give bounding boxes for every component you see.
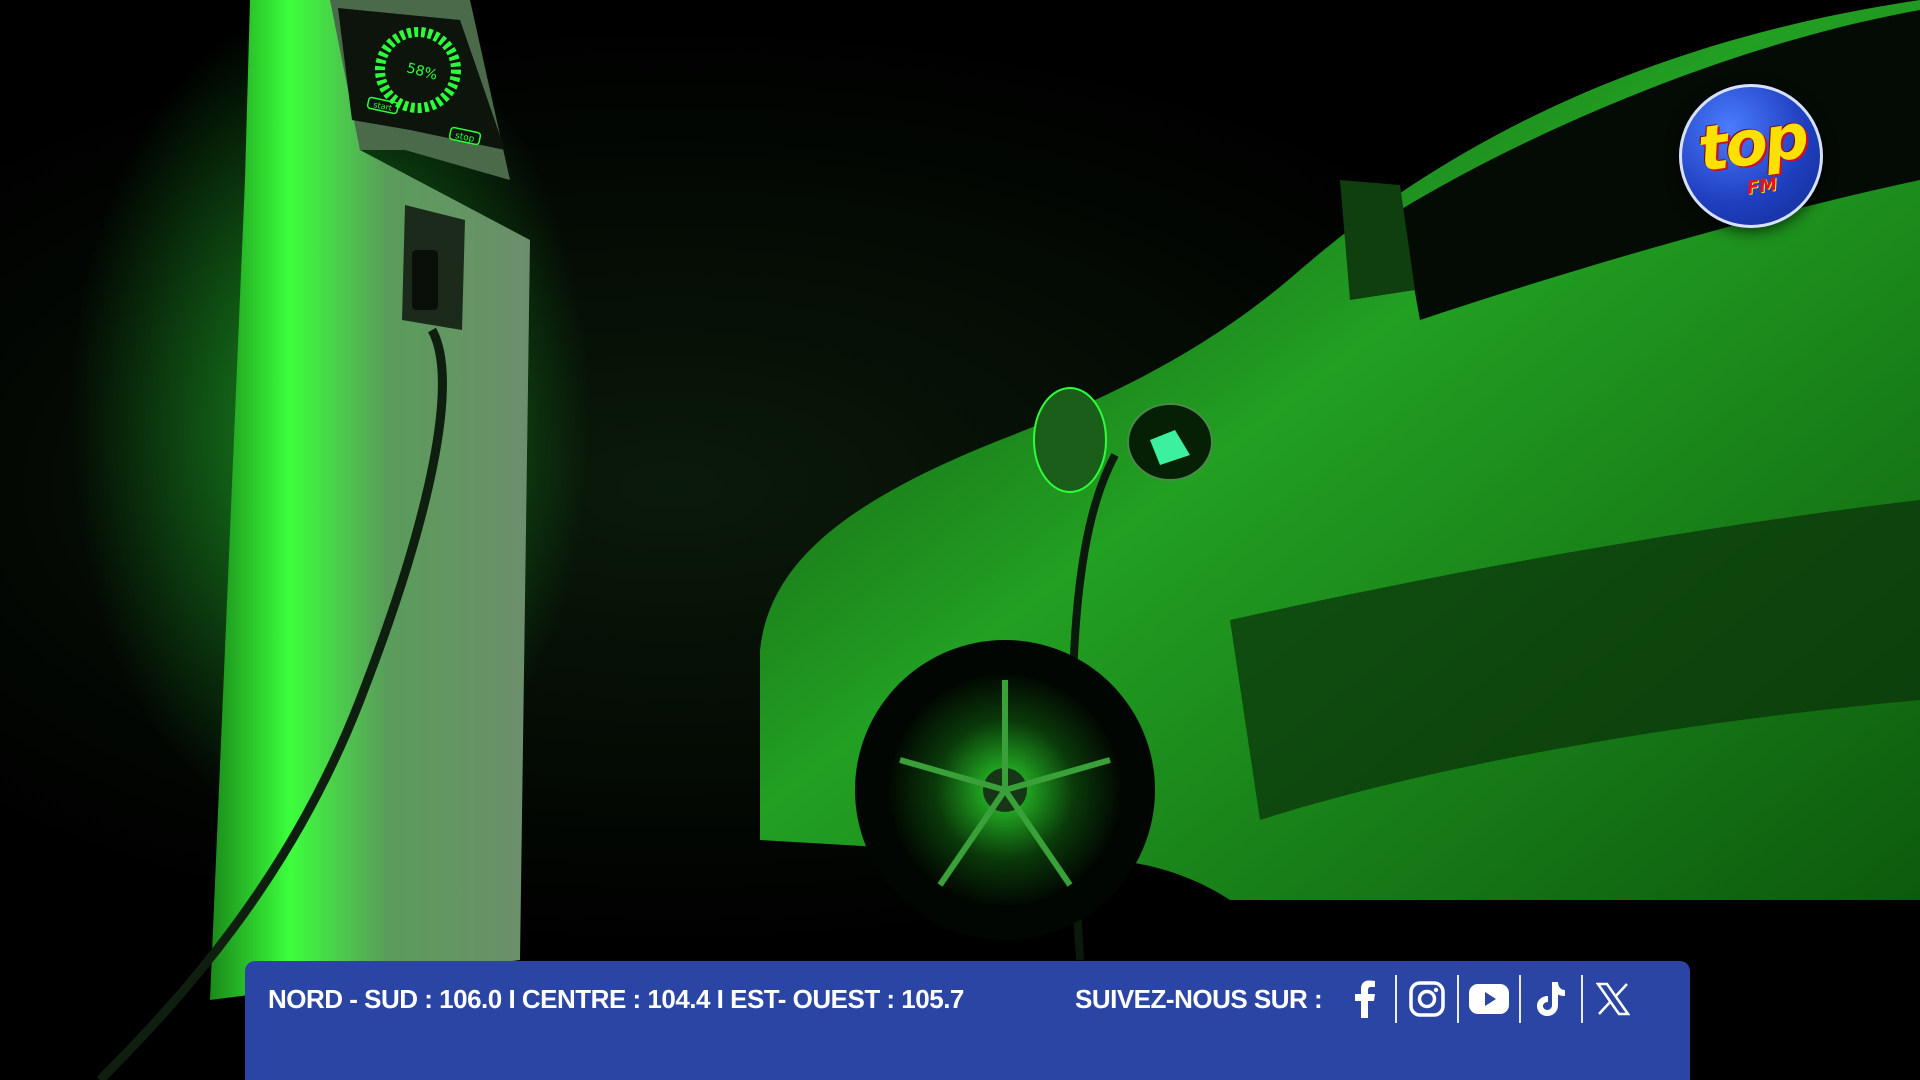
social-divider bbox=[1395, 975, 1397, 1023]
info-banner: NORD - SUD : 106.0 I CENTRE : 104.4 I ES… bbox=[245, 961, 1690, 1080]
youtube-icon[interactable] bbox=[1459, 975, 1519, 1023]
top-fm-logo: top FM bbox=[1679, 84, 1823, 228]
social-divider bbox=[1581, 975, 1583, 1023]
social-links bbox=[1335, 973, 1643, 1025]
x-icon[interactable] bbox=[1583, 975, 1643, 1023]
instagram-icon[interactable] bbox=[1397, 975, 1457, 1023]
social-divider bbox=[1457, 975, 1459, 1023]
scene-illustration: 58% start stop bbox=[70, 0, 1920, 1080]
social-divider bbox=[1519, 975, 1521, 1023]
tiktok-icon[interactable] bbox=[1521, 975, 1581, 1023]
follow-label: SUIVEZ-NOUS SUR : bbox=[1075, 984, 1323, 1014]
facebook-icon[interactable] bbox=[1335, 975, 1395, 1023]
ev-charging-scene: 58% start stop bbox=[0, 0, 1920, 1080]
frequency-list: NORD - SUD : 106.0 I CENTRE : 104.4 I ES… bbox=[268, 984, 964, 1014]
logo-main-text: top bbox=[1693, 98, 1811, 187]
